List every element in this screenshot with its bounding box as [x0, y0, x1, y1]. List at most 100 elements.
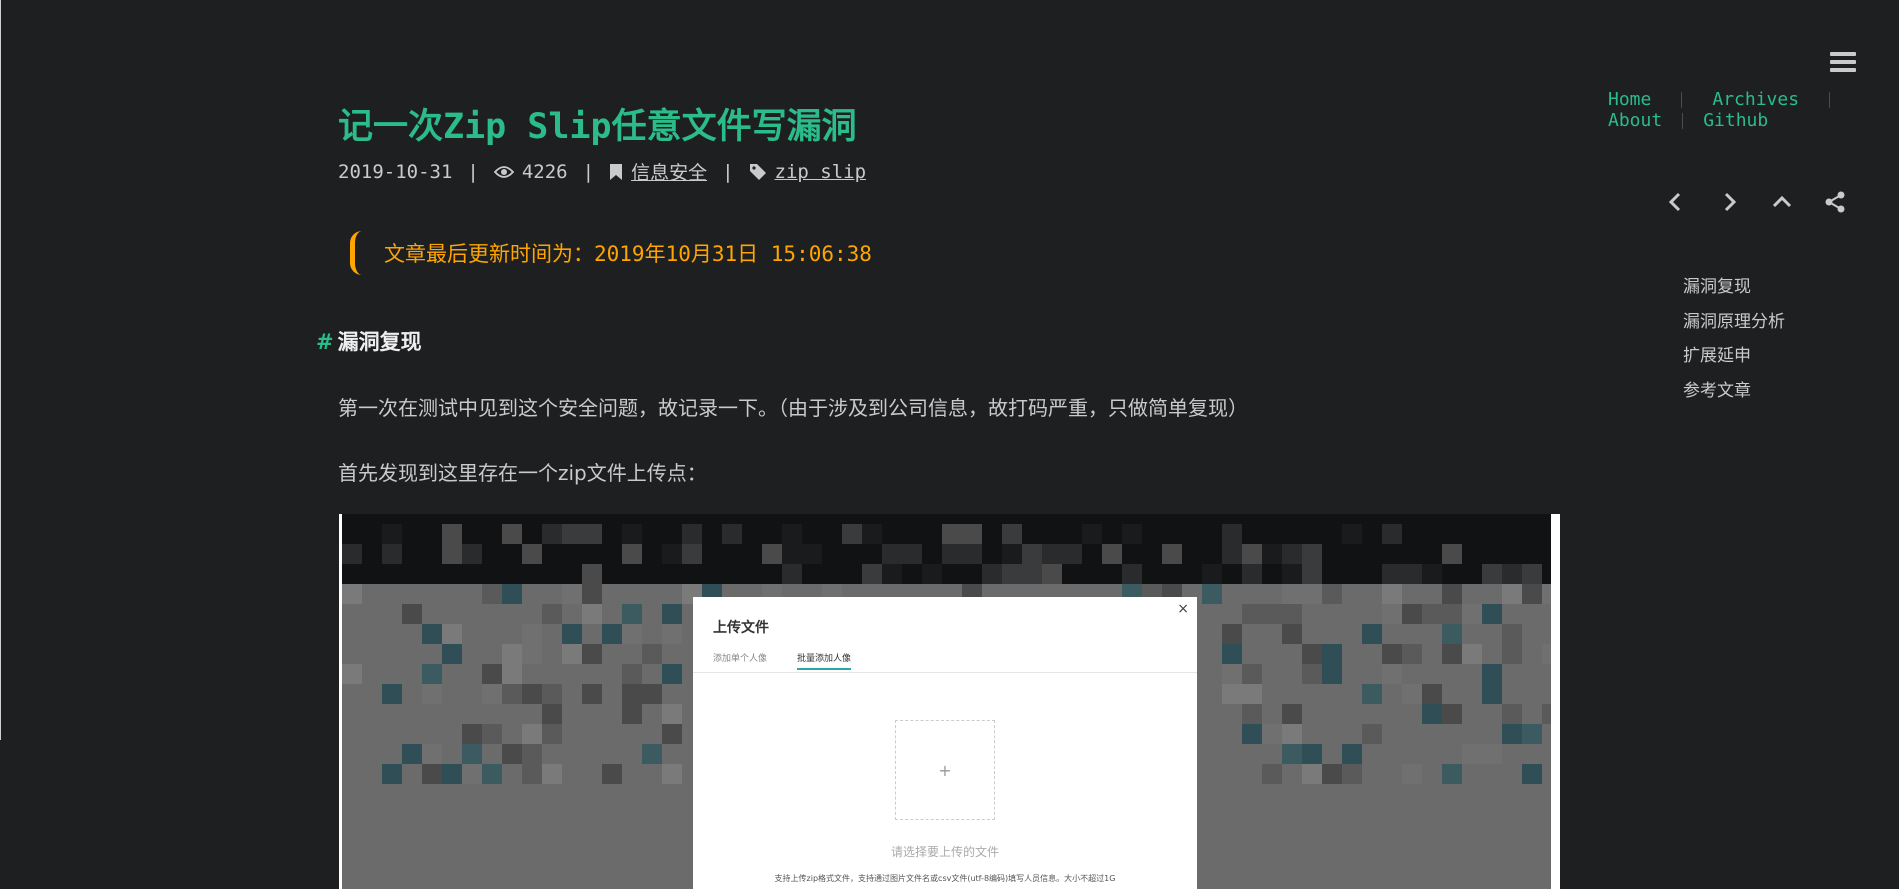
- mosaic-block: [1302, 564, 1322, 584]
- mosaic-block: [602, 624, 622, 644]
- mosaic-block: [1222, 624, 1242, 644]
- mosaic-block: [922, 564, 942, 584]
- mosaic-block: [1442, 624, 1462, 644]
- mosaic-block: [1422, 604, 1442, 624]
- mosaic-block: [382, 764, 402, 784]
- mosaic-block: [1422, 564, 1442, 584]
- mosaic-block: [1042, 544, 1062, 564]
- mosaic-block: [502, 744, 522, 764]
- toc-item[interactable]: 漏洞原理分析: [1683, 309, 1785, 344]
- mosaic-block: [422, 624, 442, 644]
- mosaic-block: [1442, 584, 1462, 604]
- meta-separator: |: [467, 160, 479, 183]
- mosaic-block: [1402, 764, 1422, 784]
- mosaic-block: [522, 644, 542, 664]
- close-icon[interactable]: ×: [1177, 601, 1189, 617]
- mosaic-block: [682, 544, 702, 564]
- mosaic-block: [462, 764, 482, 784]
- category-link[interactable]: 信息安全: [631, 158, 707, 185]
- toc-item[interactable]: 扩展延申: [1683, 343, 1785, 378]
- mosaic-block: [1422, 684, 1442, 704]
- mosaic-block: [1302, 764, 1322, 784]
- mosaic-block: [1102, 544, 1122, 564]
- mosaic-block: [1502, 704, 1522, 724]
- mosaic-block: [1542, 644, 1551, 664]
- mosaic-block: [1482, 604, 1502, 624]
- mosaic-block: [502, 584, 522, 604]
- header-nav: Home Archives About Github: [1608, 89, 1860, 131]
- mosaic-block: [1282, 744, 1302, 764]
- previous-post-button[interactable]: [1658, 188, 1694, 216]
- next-post-button[interactable]: [1711, 188, 1747, 216]
- mosaic-block: [1282, 704, 1302, 724]
- mosaic-block: [542, 704, 562, 724]
- upload-hint: 请选择要上传的文件: [890, 845, 999, 859]
- hamburger-menu-icon[interactable]: [1830, 52, 1856, 76]
- meta-separator: |: [582, 160, 595, 183]
- mosaic-block: [1242, 564, 1262, 584]
- mosaic-block: [1442, 604, 1462, 624]
- mosaic-block: [1502, 584, 1522, 604]
- mosaic-block: [342, 544, 362, 564]
- mosaic-block: [1502, 624, 1522, 644]
- share-icon: [1825, 191, 1845, 213]
- mosaic-block: [1382, 524, 1402, 544]
- share-button[interactable]: [1817, 188, 1853, 216]
- mosaic-block: [562, 524, 582, 544]
- mosaic-block: [1262, 724, 1282, 744]
- mosaic-block: [662, 624, 682, 644]
- mosaic-block: [1382, 644, 1402, 664]
- mosaic-block: [502, 664, 522, 684]
- plus-icon: +: [938, 760, 952, 780]
- mosaic-block: [1442, 644, 1462, 664]
- nav-home-link[interactable]: Home: [1608, 89, 1651, 110]
- mosaic-block: [402, 604, 422, 624]
- nav-about-link[interactable]: About: [1608, 110, 1662, 131]
- mosaic-block: [482, 684, 502, 704]
- mosaic-block: [442, 544, 462, 564]
- paragraph: 第一次在测试中见到这个安全问题，故记录一下。（由于涉及到公司信息，故打码严重，只…: [338, 396, 1248, 420]
- mosaic-block: [462, 724, 482, 744]
- mosaic-block: [522, 544, 542, 564]
- mosaic-block: [1262, 604, 1282, 624]
- mosaic-block: [422, 664, 442, 684]
- mosaic-block: [542, 684, 562, 704]
- mosaic-block: [1442, 704, 1462, 724]
- mosaic-block: [1482, 664, 1502, 684]
- mosaic-block: [1502, 564, 1522, 584]
- mosaic-block: [622, 624, 642, 644]
- mosaic-block: [1242, 664, 1262, 684]
- mosaic-block: [1362, 624, 1382, 644]
- mosaic-block: [382, 524, 402, 544]
- mosaic-block: [1282, 564, 1302, 584]
- tab-batch-portrait[interactable]: 批量添加人像: [797, 651, 852, 670]
- heading-anchor[interactable]: #: [316, 330, 334, 354]
- back-to-top-button[interactable]: [1764, 188, 1800, 216]
- tag-link[interactable]: zip slip: [775, 161, 867, 183]
- mosaic-block: [1482, 564, 1502, 584]
- mosaic-block: [1422, 704, 1442, 724]
- mosaic-block: [642, 684, 662, 704]
- nav-separator: [1829, 91, 1831, 108]
- mosaic-block: [1382, 604, 1402, 624]
- toc-item[interactable]: 参考文章: [1683, 378, 1785, 413]
- mosaic-block: [1282, 544, 1302, 564]
- nav-github-link[interactable]: Github: [1703, 110, 1768, 131]
- post-actions: [1658, 188, 1870, 216]
- mosaic-block: [1222, 664, 1242, 684]
- mosaic-block: [582, 524, 602, 544]
- nav-archives-link[interactable]: Archives: [1712, 89, 1799, 110]
- mosaic-block: [622, 604, 642, 624]
- mosaic-block: [1362, 724, 1382, 744]
- mosaic-block: [882, 564, 902, 584]
- mosaic-block: [662, 604, 682, 624]
- tab-divider: [693, 672, 1197, 673]
- mosaic-block: [662, 704, 682, 724]
- mosaic-block: [1362, 684, 1382, 704]
- update-notice: 文章最后更新时间为：2019年10月31日 15:06:38: [350, 230, 872, 276]
- mosaic-block: [1122, 524, 1142, 544]
- toc-item[interactable]: 漏洞复现: [1683, 274, 1785, 309]
- upload-dropzone[interactable]: +: [895, 720, 995, 820]
- tab-single-portrait[interactable]: 添加单个人像: [713, 651, 767, 670]
- mosaic-block: [522, 764, 542, 784]
